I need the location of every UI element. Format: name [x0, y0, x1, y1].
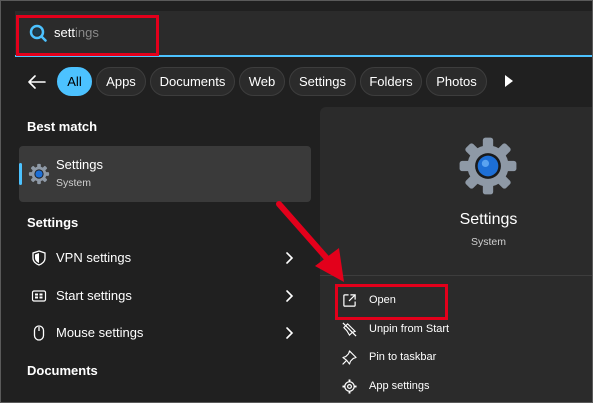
best-match-item[interactable]: Settings System	[19, 146, 311, 202]
more-filters-icon[interactable]	[501, 73, 517, 89]
selection-indicator	[19, 163, 22, 185]
filter-web[interactable]: Web	[239, 67, 285, 96]
documents-section-heading: Documents	[27, 363, 98, 378]
mouse-icon	[33, 325, 45, 341]
detail-title: Settings	[459, 211, 518, 228]
detail-subtitle: System	[470, 236, 506, 248]
result-start-settings[interactable]: Start settings	[19, 279, 311, 313]
result-vpn-settings[interactable]: VPN settings	[19, 241, 311, 275]
settings-section-heading: Settings	[27, 215, 79, 230]
start-icon	[31, 290, 47, 302]
filter-all[interactable]: All	[57, 67, 92, 96]
search-icon	[29, 24, 47, 42]
result-label: VPN settings	[56, 250, 132, 265]
best-match-subtitle: System	[56, 177, 92, 189]
shield-icon	[32, 250, 46, 266]
search-bar[interactable]: settings	[15, 11, 592, 57]
divider	[320, 275, 592, 276]
settings-app-icon	[459, 137, 517, 195]
action-open[interactable]: Open	[336, 289, 592, 313]
start-search-window: settings All Apps Documents Web Settings…	[0, 0, 593, 403]
filter-folders[interactable]: Folders	[360, 67, 422, 96]
back-button[interactable]	[23, 69, 51, 95]
best-match-title: Settings	[56, 157, 103, 172]
action-app-settings[interactable]: App settings	[336, 375, 592, 399]
arrow-left-icon	[28, 75, 46, 89]
filter-settings[interactable]: Settings	[289, 67, 356, 96]
search-typed-text: sett	[54, 25, 75, 40]
action-label: Pin to taskbar	[369, 351, 437, 363]
chevron-right-icon[interactable]	[283, 326, 295, 340]
action-label: Open	[369, 294, 396, 306]
detail-pane: Settings System Open Unpin from Start Pi…	[320, 107, 592, 402]
action-pin-to-taskbar[interactable]: Pin to taskbar	[336, 346, 592, 370]
result-mouse-settings[interactable]: Mouse settings	[19, 316, 311, 350]
action-label: App settings	[369, 380, 430, 392]
search-input[interactable]: settings	[54, 25, 99, 40]
action-label: Unpin from Start	[369, 323, 450, 335]
result-label: Mouse settings	[56, 325, 144, 340]
chevron-right-icon[interactable]	[283, 289, 295, 303]
result-label: Start settings	[56, 288, 132, 303]
settings-app-icon	[28, 163, 50, 185]
search-autocomplete-text: ings	[74, 25, 99, 40]
unpin-icon	[342, 322, 357, 337]
action-unpin-from-start[interactable]: Unpin from Start	[336, 318, 592, 342]
filter-photos[interactable]: Photos	[426, 67, 487, 96]
chevron-right-icon[interactable]	[283, 251, 295, 265]
filter-documents[interactable]: Documents	[150, 67, 235, 96]
filter-apps[interactable]: Apps	[96, 67, 146, 96]
pin-icon	[342, 350, 357, 365]
gear-icon	[342, 379, 357, 394]
open-external-icon	[343, 294, 356, 307]
best-match-heading: Best match	[27, 119, 98, 134]
